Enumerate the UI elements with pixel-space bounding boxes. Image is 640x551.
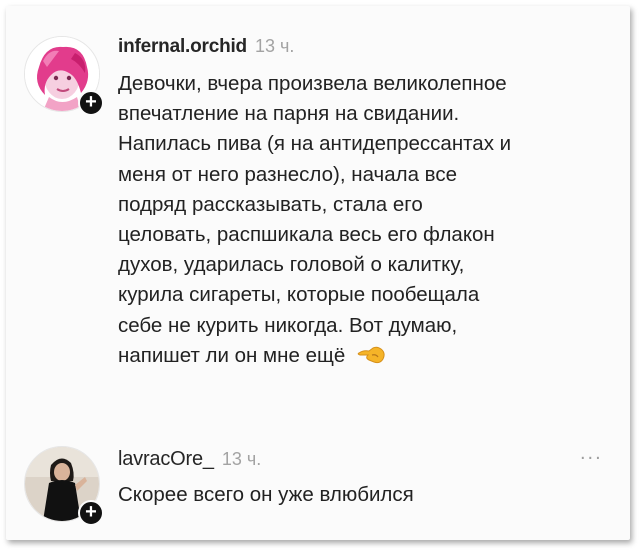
comment-time: 13 ч. <box>254 36 295 56</box>
comment-header: infernal.orchid 13 ч. <box>118 36 294 58</box>
follow-plus-badge[interactable]: + <box>78 500 104 526</box>
comment-body: Скорее всего он уже влюбился <box>118 480 618 510</box>
avatar-button[interactable]: + <box>24 36 108 120</box>
comment-text: Скорее всего он уже влюбился <box>118 483 414 506</box>
pointing-left-hand-emoji <box>357 342 387 375</box>
comments-panel: + infernal.orchid 13 ч. Девочки, вчера пр… <box>6 6 630 540</box>
comment-text: Девочки, вчера произвела великолепное вп… <box>118 72 512 367</box>
comment-username[interactable]: infernal.orchid <box>118 36 247 57</box>
comment-username[interactable]: lavracOre_ <box>118 448 214 470</box>
avatar-button[interactable]: + <box>24 446 108 530</box>
comment-body: Девочки, вчера произвела великолепное вп… <box>118 69 618 375</box>
follow-plus-badge[interactable]: + <box>78 90 104 116</box>
comment-time: 13 ч. <box>221 449 262 469</box>
comment-header: lavracOre_ 13 ч. <box>118 448 261 471</box>
more-options-button[interactable]: ... <box>580 442 603 465</box>
